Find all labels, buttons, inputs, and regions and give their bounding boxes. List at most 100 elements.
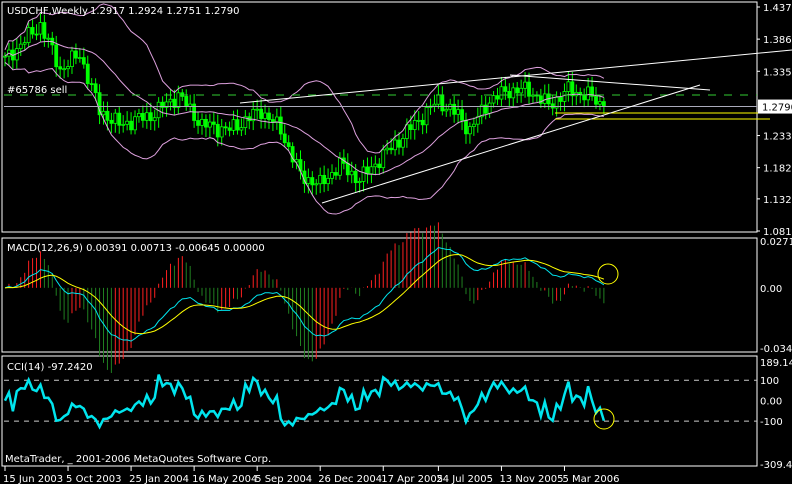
bollinger-middle — [4, 40, 605, 175]
candle-body — [558, 96, 563, 102]
candle-body — [507, 91, 512, 99]
candle-body — [385, 147, 390, 151]
candle-body — [3, 55, 7, 58]
candle-body — [282, 133, 287, 144]
candle-body — [113, 112, 118, 124]
cci-tick-label: 100 — [760, 376, 779, 387]
candle-body — [519, 87, 524, 94]
time-tick-label: 5 Oct 2003 — [66, 474, 121, 484]
candle-body — [582, 94, 587, 101]
candle-body — [393, 139, 397, 151]
candle-body — [601, 101, 606, 107]
price-tick-label: 1.4370 — [763, 3, 792, 14]
time-tick-label: 5 Mar 2006 — [562, 474, 619, 484]
candle-body — [310, 177, 315, 186]
candle-body — [345, 162, 350, 176]
candle-body — [527, 81, 531, 97]
candle-body — [353, 170, 358, 184]
candle-body — [255, 108, 260, 111]
candle-body — [361, 166, 366, 182]
candle-body — [62, 68, 66, 71]
candle-body — [204, 118, 208, 128]
candle-body — [109, 119, 114, 124]
macd-tick-label: 0.02715 — [760, 237, 792, 248]
candle-body — [456, 109, 461, 115]
metatrader-chart[interactable]: 1.43701.38601.33501.23301.18201.13251.08… — [0, 0, 792, 484]
cci-label: CCI(14) -97.2420 — [7, 362, 93, 373]
candle-body — [54, 44, 59, 68]
candle-body — [432, 103, 437, 107]
candle-body — [223, 126, 228, 129]
time-tick-label: 15 Jun 2003 — [3, 474, 63, 484]
candle-body — [18, 43, 23, 50]
candle-body — [401, 138, 405, 148]
price-tick-label: 1.1325 — [763, 195, 792, 206]
copyright-text: MetaTrader, _ 2001-2006 MetaQuotes Softw… — [5, 454, 271, 465]
time-tick-label: 16 May 2004 — [192, 474, 257, 484]
candle-body — [133, 116, 137, 131]
time-tick-label: 24 Jul 2005 — [436, 474, 493, 484]
candle-body — [81, 57, 86, 65]
bollinger-upper — [4, 3, 605, 154]
candle-body — [89, 83, 94, 86]
time-tick-label: 5 Sep 2004 — [255, 474, 312, 484]
candle-body — [420, 119, 425, 126]
candle-body — [58, 66, 63, 70]
candle-body — [77, 57, 82, 59]
macd-tick-label: -0.0349 — [760, 344, 792, 355]
candle-body — [188, 103, 193, 107]
candle-body — [598, 101, 602, 105]
candle-body — [550, 103, 555, 109]
candle-body — [30, 27, 35, 35]
candle-body — [105, 110, 110, 121]
price-tick-label: 1.1820 — [763, 164, 792, 175]
cci-line — [3, 374, 606, 430]
chart-title: USDCHF,Weekly — [7, 6, 88, 17]
candle-body — [357, 181, 362, 184]
candle-body — [26, 27, 31, 44]
candle-body — [369, 166, 374, 175]
candle-body — [215, 123, 220, 138]
candle-body — [263, 112, 267, 119]
time-tick-label: 17 Apr 2005 — [381, 474, 443, 484]
candle-body — [334, 172, 338, 176]
lower-trendline — [321, 84, 701, 204]
time-tick-label: 26 Dec 2004 — [318, 474, 382, 484]
candle-body — [416, 119, 421, 122]
candle-body — [495, 95, 500, 100]
candle-body — [207, 121, 212, 128]
candle-body — [93, 83, 98, 94]
cci-tick-label: -100 — [760, 417, 783, 428]
candle-body — [468, 126, 472, 135]
candle-body — [452, 103, 457, 115]
candle-body — [349, 170, 354, 176]
candle-body — [322, 174, 327, 185]
candle-body — [259, 108, 264, 119]
candle-body — [184, 96, 189, 107]
candle-body — [101, 110, 106, 116]
candle-body — [211, 121, 216, 125]
candle-body — [137, 113, 141, 118]
candle-body — [22, 42, 27, 45]
ohlc-readout: 1.2917 1.2924 1.2751 1.2790 — [90, 6, 240, 17]
candle-body — [570, 81, 575, 97]
candle-body — [318, 174, 323, 185]
candle-body — [464, 119, 468, 135]
highlight-circle — [597, 263, 619, 285]
macd-tick-label: 0.00 — [760, 284, 782, 295]
candle-body — [503, 86, 508, 92]
candle-body — [144, 112, 149, 121]
candle-body — [440, 94, 445, 112]
candle-body — [566, 81, 571, 92]
candle-body — [562, 91, 567, 102]
candle-body — [326, 177, 330, 185]
candle-body — [46, 37, 51, 40]
candle-body — [499, 86, 504, 100]
candle-body — [542, 93, 547, 104]
candle-body — [85, 63, 90, 85]
candle-body — [381, 149, 386, 169]
candle-body — [168, 98, 173, 103]
triangle-trendline — [509, 74, 711, 91]
candle-body — [227, 127, 232, 131]
candle-body — [231, 119, 236, 131]
